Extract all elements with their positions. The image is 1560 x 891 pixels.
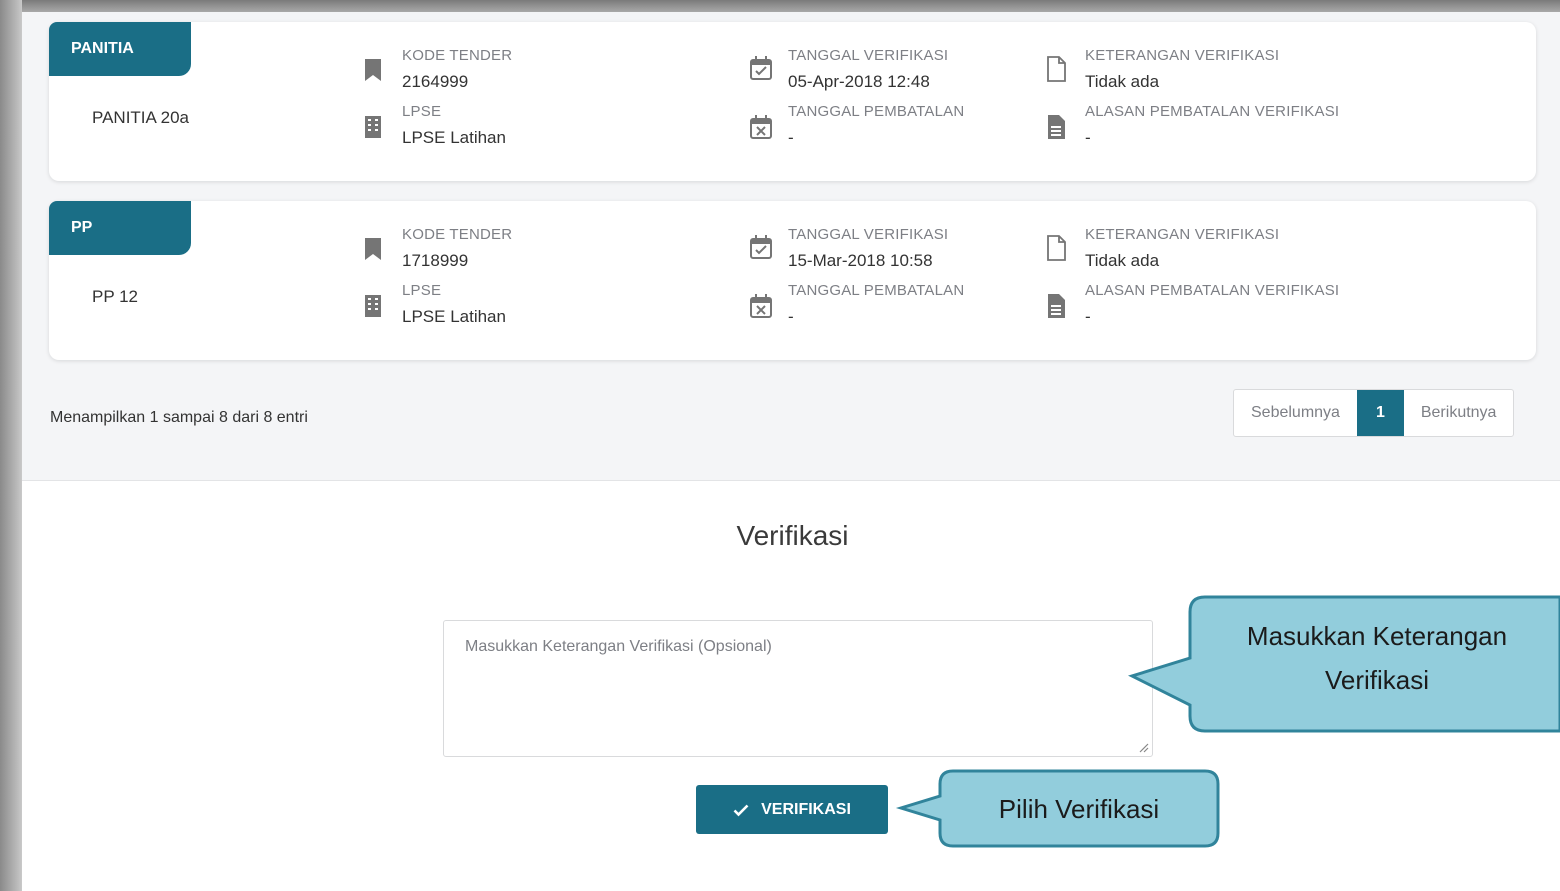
callout-shapes	[895, 595, 1560, 848]
callout-pilih-text: Pilih Verifikasi	[998, 794, 1160, 824]
callout-keterangan-text: Masukkan Keterangan Verifikasi	[1192, 614, 1560, 702]
callout-keterangan-line1: Masukkan Keterangan	[1246, 621, 1508, 651]
callout-keterangan-line2: Verifikasi	[1324, 665, 1430, 695]
